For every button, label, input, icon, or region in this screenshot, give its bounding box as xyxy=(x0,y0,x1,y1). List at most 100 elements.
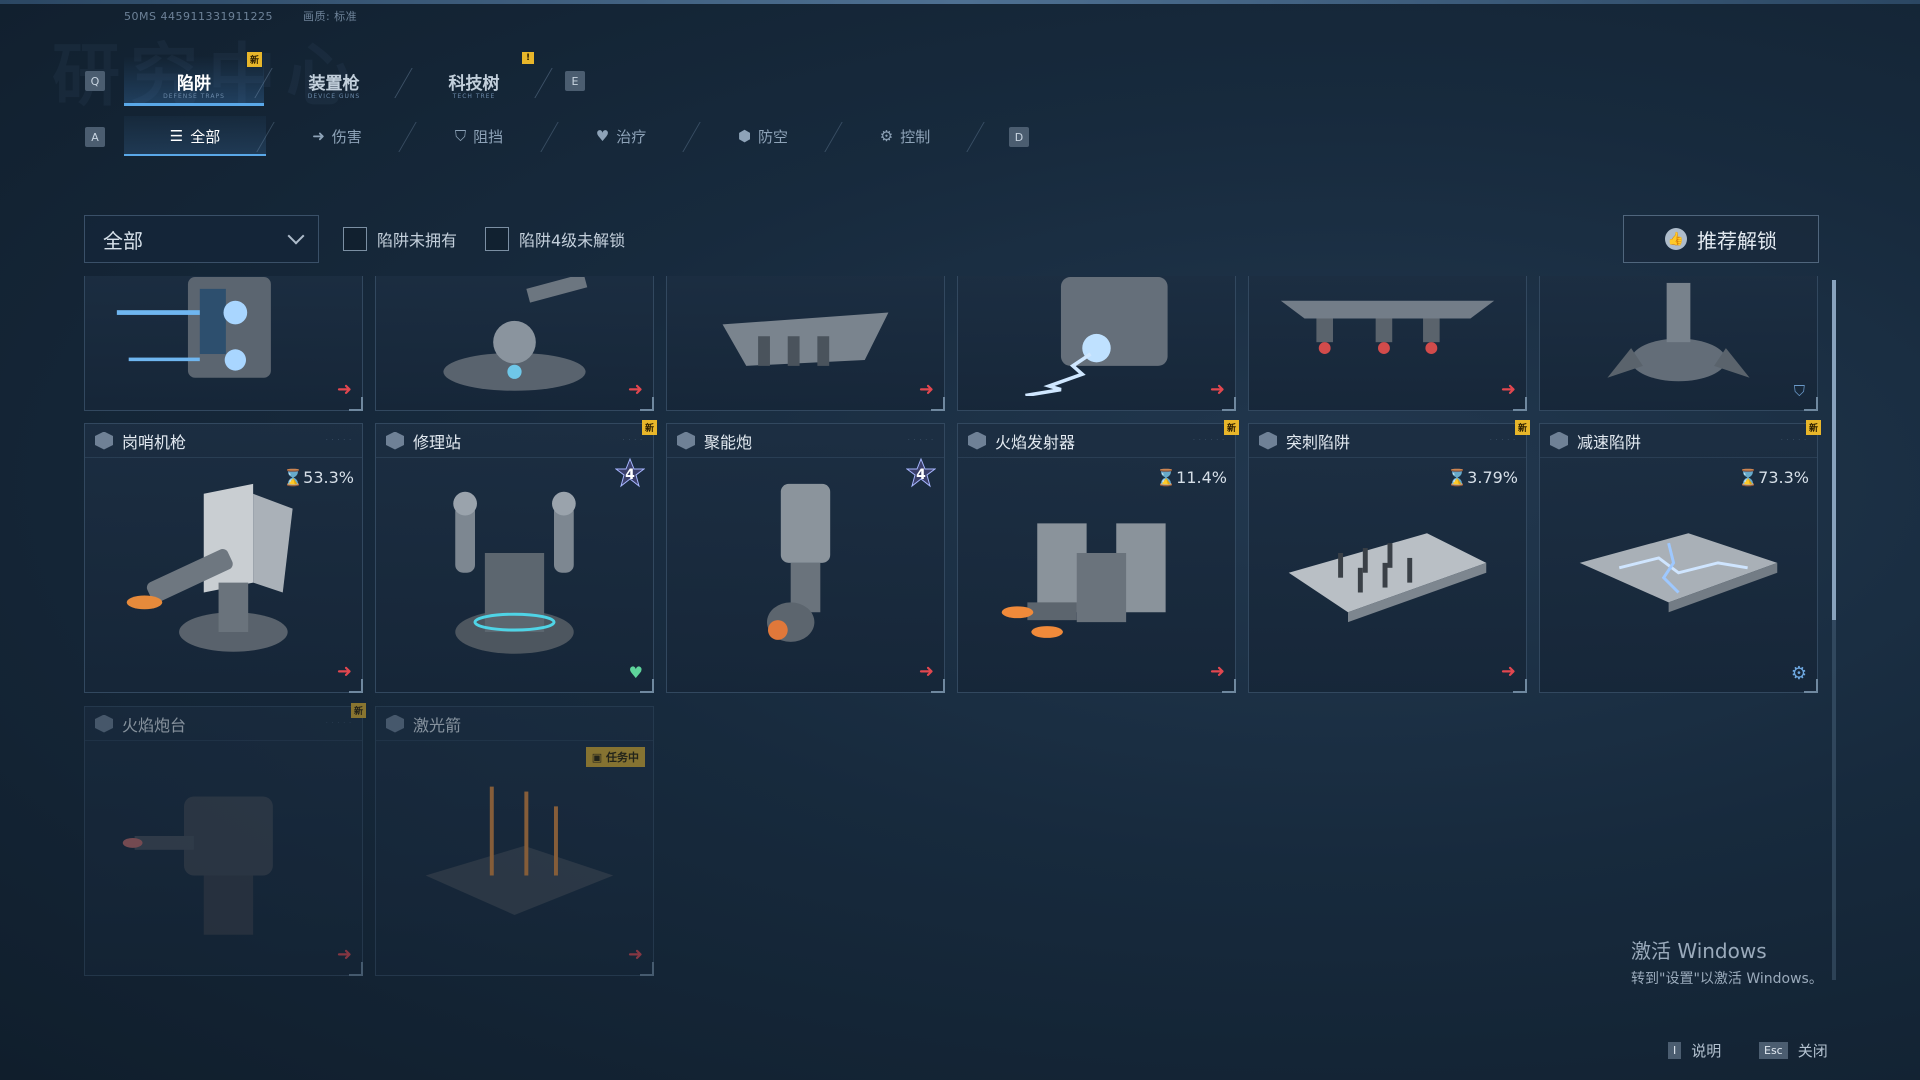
key-e[interactable]: E xyxy=(565,71,585,91)
trap-card[interactable]: ➜ xyxy=(84,276,363,411)
control-gear-icon: ⚙ xyxy=(879,127,894,145)
tab-block-label: 阻挡 xyxy=(473,127,504,146)
card-corner xyxy=(1222,679,1236,693)
card-header: 修理站 · · · · xyxy=(376,424,653,458)
card-corner xyxy=(1513,397,1527,411)
card-corner xyxy=(1804,679,1818,693)
key-esc: Esc xyxy=(1759,1042,1788,1059)
flamethrower-image xyxy=(1001,523,1166,638)
trap-card-flame-turret[interactable]: 火焰炮台 · · · · · 新 ➜ xyxy=(84,703,366,976)
card-header: 火焰发射器 · · · · · · xyxy=(958,424,1235,458)
card-corner xyxy=(349,397,363,411)
filter-dropdown[interactable]: 全部 xyxy=(84,215,319,263)
trap-card-slow-trap[interactable]: 减速陷阱 · · · · · 新 ⌛73.3% ⚙ xyxy=(1539,420,1821,693)
trap-card[interactable]: ➜ xyxy=(666,276,945,411)
laser-arrow-image xyxy=(425,786,614,915)
new-badge: 新 xyxy=(351,703,366,718)
tab-control[interactable]: ⚙ 控制 xyxy=(834,116,976,156)
block-shield-icon: ⛉ xyxy=(454,127,467,145)
card-header: 减速陷阱 · · · · · xyxy=(1540,424,1817,458)
tab-tech-tree-sub: TECH TREE xyxy=(452,93,496,100)
watermark-line2: 转到"设置"以激活 Windows。 xyxy=(1631,971,1823,987)
category-tabs: ☰ 全部 ➜ 伤害 ⛉ 阻挡 ♥ 治疗 ⬢ 防空 ⚙ 控制 xyxy=(124,116,976,156)
tab-all-label: 全部 xyxy=(190,127,221,146)
key-q[interactable]: Q xyxy=(85,71,105,91)
trap-type-icon xyxy=(1259,431,1277,450)
tab-heal[interactable]: ♥ 治疗 xyxy=(550,116,692,156)
checkbox-box[interactable] xyxy=(485,227,509,251)
trap-type-icon xyxy=(95,431,113,450)
new-badge: 新 xyxy=(1515,420,1530,435)
trap-card-sentry-gun[interactable]: 岗哨机枪 · · · · · ⌛53.3% ➜ xyxy=(84,423,363,693)
tab-traps-label: 陷阱 xyxy=(177,73,211,94)
trap-card-repair-station[interactable]: 修理站 · · · · 新 4 ♥ xyxy=(375,420,657,693)
list-icon: ☰ xyxy=(169,127,184,145)
tab-anti-air-label: 防空 xyxy=(758,127,789,146)
filter-dropdown-value: 全部 xyxy=(103,228,143,253)
checkbox-not-owned-label: 陷阱未拥有 xyxy=(377,231,458,250)
trap-card[interactable]: ➜ xyxy=(375,276,654,411)
heal-heart-icon: ♥ xyxy=(595,127,610,145)
key-a[interactable]: A xyxy=(85,127,105,147)
card-title: 火焰发射器 xyxy=(995,432,1076,452)
recommend-unlock-label: 推荐解锁 xyxy=(1697,228,1777,253)
new-badge: 新 xyxy=(1224,420,1239,435)
footer-help[interactable]: I 说明 xyxy=(1668,1040,1721,1061)
tab-traps[interactable]: 陷阱 DEFENSE TRAPS 新 xyxy=(124,52,264,106)
trap-card-flamethrower[interactable]: 火焰发射器 · · · · · · 新 ⌛11.4% ➜ xyxy=(957,420,1239,693)
sentry-gun-image xyxy=(126,483,293,652)
damage-arrow-icon: ➜ xyxy=(312,127,325,145)
card-subtitle: · · · · · xyxy=(325,437,352,444)
trap-card[interactable]: ⛉ xyxy=(1539,276,1818,411)
card-header: 激光箭 xyxy=(376,707,653,741)
card-subtitle: · · · · · xyxy=(325,720,352,727)
new-badge: 新 xyxy=(642,420,657,435)
card-subtitle: · · · · · xyxy=(1780,437,1807,444)
tab-anti-air[interactable]: ⬢ 防空 xyxy=(692,116,834,156)
trap-card-laser-arrow[interactable]: 激光箭 ▣ 任务中 ➜ xyxy=(375,706,654,976)
trap-card-spike-trap[interactable]: 突刺陷阱 · · · · · 新 ⌛3.79% ➜ xyxy=(1248,420,1530,693)
tab-device-guns-sub: DEVICE GUNS xyxy=(307,93,361,100)
tesla-image xyxy=(1025,277,1168,396)
scrollbar-thumb[interactable] xyxy=(1832,280,1836,620)
chevron-down-icon xyxy=(287,227,305,245)
card-corner xyxy=(931,679,945,693)
card-corner xyxy=(349,962,363,976)
trap-type-icon xyxy=(386,714,404,733)
new-badge: 新 xyxy=(247,52,262,67)
tab-device-guns[interactable]: 装置枪 DEVICE GUNS xyxy=(264,56,404,106)
recommend-unlock-button[interactable]: 👍 推荐解锁 xyxy=(1623,215,1819,263)
checkbox-box[interactable] xyxy=(343,227,367,251)
tab-all[interactable]: ☰ 全部 xyxy=(124,116,266,156)
card-title: 激光箭 xyxy=(413,715,462,735)
alert-badge: ! xyxy=(522,52,534,64)
card-header: 岗哨机枪 · · · · · xyxy=(85,424,362,458)
trap-card[interactable]: ➜ xyxy=(1248,276,1527,411)
checkbox-lv4-locked-label: 陷阱4级未解锁 xyxy=(519,231,626,250)
tab-control-label: 控制 xyxy=(900,127,931,146)
card-title: 修理站 xyxy=(413,432,462,452)
checkbox-lv4-locked[interactable]: 陷阱4级未解锁 xyxy=(485,227,625,251)
checkbox-not-owned[interactable]: 陷阱未拥有 xyxy=(343,227,457,251)
card-corner xyxy=(1513,679,1527,693)
trap-card[interactable]: ➜ xyxy=(957,276,1236,411)
turret-image xyxy=(116,277,271,378)
card-subtitle: · · · · · · xyxy=(1193,437,1225,444)
tab-active-underline xyxy=(124,103,264,106)
flame-turret-image xyxy=(122,796,273,935)
card-corner xyxy=(1804,397,1818,411)
footer-close[interactable]: Esc 关闭 xyxy=(1759,1040,1828,1061)
tab-damage[interactable]: ➜ 伤害 xyxy=(266,116,408,156)
tab-tech-tree[interactable]: 科技树 TECH TREE ! xyxy=(404,52,544,106)
tab-block[interactable]: ⛉ 阻挡 xyxy=(408,116,550,156)
thumbs-up-icon: 👍 xyxy=(1665,228,1687,250)
trap-card-energy-cannon[interactable]: 聚能炮 · · · · · 4 ➜ xyxy=(666,423,945,693)
tab-heal-label: 治疗 xyxy=(616,127,647,146)
card-title: 突刺陷阱 xyxy=(1286,432,1351,452)
tab-tech-tree-label: 科技树 xyxy=(448,73,500,94)
tab-damage-label: 伤害 xyxy=(331,127,362,146)
card-title: 减速陷阱 xyxy=(1577,432,1642,452)
repair-station-image xyxy=(453,491,576,654)
trap-type-icon xyxy=(1550,431,1568,450)
key-d[interactable]: D xyxy=(1009,127,1029,147)
